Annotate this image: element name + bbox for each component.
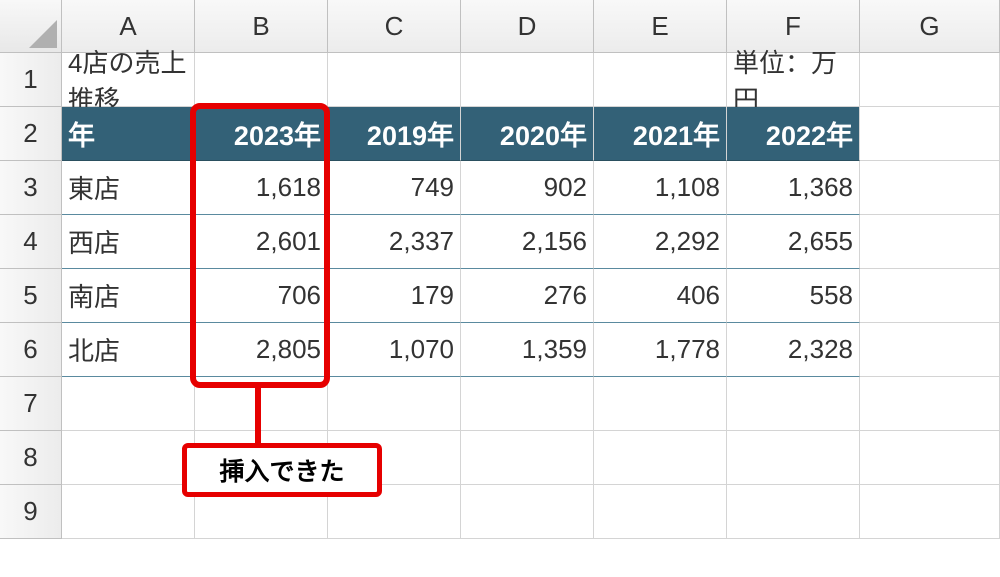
cell-F3[interactable]: 1,368 bbox=[727, 161, 860, 215]
cell-E6[interactable]: 1,778 bbox=[594, 323, 727, 377]
row-header-9[interactable]: 9 bbox=[0, 485, 62, 539]
cell-F2[interactable]: 2022年 bbox=[727, 107, 860, 161]
cell-A3[interactable]: 東店 bbox=[62, 161, 195, 215]
row-1: 1 4店の売上推移 単位：万円 bbox=[0, 53, 1000, 107]
cell-E9[interactable] bbox=[594, 485, 727, 539]
row-header-4[interactable]: 4 bbox=[0, 215, 62, 269]
cell-G4[interactable] bbox=[860, 215, 1000, 269]
cell-D5[interactable]: 276 bbox=[461, 269, 594, 323]
cell-F6[interactable]: 2,328 bbox=[727, 323, 860, 377]
row-8: 8 bbox=[0, 431, 1000, 485]
callout-label: 挿入できた bbox=[182, 443, 382, 497]
row-header-8[interactable]: 8 bbox=[0, 431, 62, 485]
cell-D3[interactable]: 902 bbox=[461, 161, 594, 215]
cell-D4[interactable]: 2,156 bbox=[461, 215, 594, 269]
row-7: 7 bbox=[0, 377, 1000, 431]
col-header-G[interactable]: G bbox=[860, 0, 1000, 53]
cell-F8[interactable] bbox=[727, 431, 860, 485]
cell-F4[interactable]: 2,655 bbox=[727, 215, 860, 269]
row-9: 9 bbox=[0, 485, 1000, 539]
cell-C7[interactable] bbox=[328, 377, 461, 431]
cell-A1[interactable]: 4店の売上推移 bbox=[62, 53, 195, 107]
cell-B2[interactable]: 2023年 bbox=[195, 107, 328, 161]
cell-B5[interactable]: 706 bbox=[195, 269, 328, 323]
cell-D6[interactable]: 1,359 bbox=[461, 323, 594, 377]
cell-E1[interactable] bbox=[594, 53, 727, 107]
spreadsheet-grid: A B C D E F G 1 4店の売上推移 単位：万円 2 年 2023年 … bbox=[0, 0, 1000, 539]
cell-C3[interactable]: 749 bbox=[328, 161, 461, 215]
cell-E4[interactable]: 2,292 bbox=[594, 215, 727, 269]
cell-A2[interactable]: 年 bbox=[62, 107, 195, 161]
cell-G1[interactable] bbox=[860, 53, 1000, 107]
select-all-corner[interactable] bbox=[0, 0, 62, 53]
cell-C5[interactable]: 179 bbox=[328, 269, 461, 323]
cell-D1[interactable] bbox=[461, 53, 594, 107]
col-header-E[interactable]: E bbox=[594, 0, 727, 53]
cell-G6[interactable] bbox=[860, 323, 1000, 377]
cell-E7[interactable] bbox=[594, 377, 727, 431]
cell-A4[interactable]: 西店 bbox=[62, 215, 195, 269]
row-header-2[interactable]: 2 bbox=[0, 107, 62, 161]
row-header-7[interactable]: 7 bbox=[0, 377, 62, 431]
cell-G7[interactable] bbox=[860, 377, 1000, 431]
row-header-1[interactable]: 1 bbox=[0, 53, 62, 107]
cell-F7[interactable] bbox=[727, 377, 860, 431]
row-2: 2 年 2023年 2019年 2020年 2021年 2022年 bbox=[0, 107, 1000, 161]
row-3: 3 東店 1,618 749 902 1,108 1,368 bbox=[0, 161, 1000, 215]
row-4: 4 西店 2,601 2,337 2,156 2,292 2,655 bbox=[0, 215, 1000, 269]
cell-C2[interactable]: 2019年 bbox=[328, 107, 461, 161]
cell-G8[interactable] bbox=[860, 431, 1000, 485]
cell-D2[interactable]: 2020年 bbox=[461, 107, 594, 161]
cell-B4[interactable]: 2,601 bbox=[195, 215, 328, 269]
cell-F1[interactable]: 単位：万円 bbox=[727, 53, 860, 107]
cell-A9[interactable] bbox=[62, 485, 195, 539]
cell-B7[interactable] bbox=[195, 377, 328, 431]
cell-D8[interactable] bbox=[461, 431, 594, 485]
cell-E8[interactable] bbox=[594, 431, 727, 485]
cell-C1[interactable] bbox=[328, 53, 461, 107]
cell-F5[interactable]: 558 bbox=[727, 269, 860, 323]
row-header-3[interactable]: 3 bbox=[0, 161, 62, 215]
cell-G2[interactable] bbox=[860, 107, 1000, 161]
cell-G5[interactable] bbox=[860, 269, 1000, 323]
cell-A8[interactable] bbox=[62, 431, 195, 485]
row-6: 6 北店 2,805 1,070 1,359 1,778 2,328 bbox=[0, 323, 1000, 377]
col-header-C[interactable]: C bbox=[328, 0, 461, 53]
cell-G9[interactable] bbox=[860, 485, 1000, 539]
cell-A7[interactable] bbox=[62, 377, 195, 431]
cell-A6[interactable]: 北店 bbox=[62, 323, 195, 377]
cell-A5[interactable]: 南店 bbox=[62, 269, 195, 323]
cell-E2[interactable]: 2021年 bbox=[594, 107, 727, 161]
cell-C6[interactable]: 1,070 bbox=[328, 323, 461, 377]
cell-D7[interactable] bbox=[461, 377, 594, 431]
cell-B3[interactable]: 1,618 bbox=[195, 161, 328, 215]
cell-E5[interactable]: 406 bbox=[594, 269, 727, 323]
cell-C4[interactable]: 2,337 bbox=[328, 215, 461, 269]
col-header-B[interactable]: B bbox=[195, 0, 328, 53]
cell-D9[interactable] bbox=[461, 485, 594, 539]
cell-G3[interactable] bbox=[860, 161, 1000, 215]
cell-E3[interactable]: 1,108 bbox=[594, 161, 727, 215]
row-5: 5 南店 706 179 276 406 558 bbox=[0, 269, 1000, 323]
cell-B6[interactable]: 2,805 bbox=[195, 323, 328, 377]
cell-F9[interactable] bbox=[727, 485, 860, 539]
row-header-6[interactable]: 6 bbox=[0, 323, 62, 377]
row-header-5[interactable]: 5 bbox=[0, 269, 62, 323]
col-header-D[interactable]: D bbox=[461, 0, 594, 53]
cell-B1[interactable] bbox=[195, 53, 328, 107]
